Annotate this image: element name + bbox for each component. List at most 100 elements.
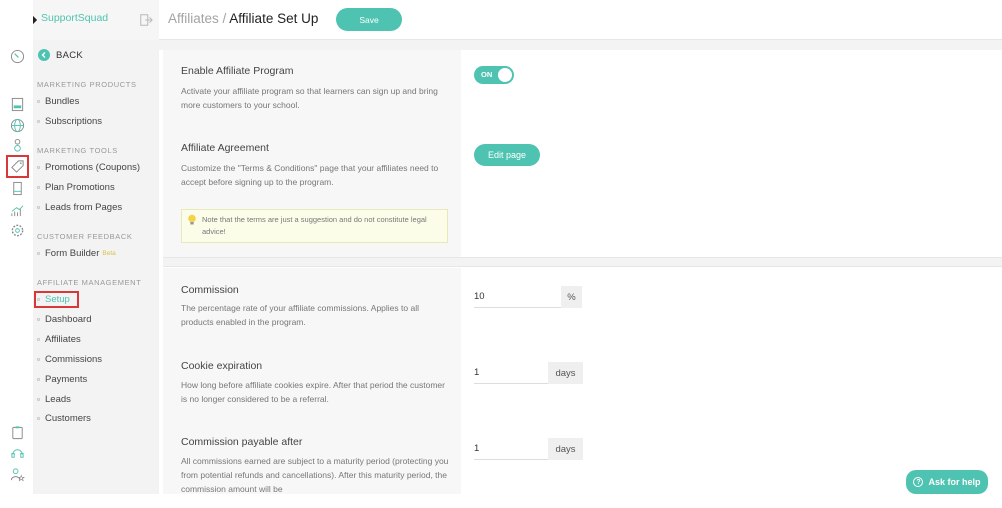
back-label: BACK xyxy=(56,49,84,61)
menu-item-label: Promotions (Coupons) xyxy=(45,162,141,173)
legal-note: Note that the terms are just a suggestio… xyxy=(181,209,448,243)
menu-item-label: Setup xyxy=(45,294,70,305)
settings-controls-panel-1 xyxy=(461,50,1002,257)
menu-item-label: Plan Promotions xyxy=(45,182,115,193)
bullet-icon xyxy=(37,252,40,255)
headset-support-icon[interactable] xyxy=(9,445,26,462)
icon-rail xyxy=(0,0,33,494)
toggle-label: ON xyxy=(481,70,493,79)
bullet-icon xyxy=(37,398,40,401)
commission-input-group: % xyxy=(474,286,582,308)
courses-icon[interactable] xyxy=(9,96,26,113)
bullet-icon xyxy=(37,318,40,321)
clipboard-icon[interactable] xyxy=(9,424,26,441)
menu-item-label: Customers xyxy=(45,413,91,424)
menu-item-label: Affiliates xyxy=(45,334,81,345)
cookie-expiration-desc: How long before affiliate cookies expire… xyxy=(181,380,445,404)
breadcrumb-parent[interactable]: Affiliates xyxy=(168,11,219,26)
lightbulb-icon xyxy=(188,214,196,225)
cookie-expiration-title: Cookie expiration xyxy=(181,360,263,372)
ask-for-help-button[interactable]: ? Ask for help xyxy=(906,470,988,494)
menu-item-leads-from-pages[interactable]: Leads from Pages xyxy=(37,202,122,213)
menu-item-label: Payments xyxy=(45,374,88,385)
commission-payable-desc: All commissions earned are subject to a … xyxy=(181,456,449,494)
mobile-icon[interactable] xyxy=(9,180,26,197)
side-menu xyxy=(33,40,159,494)
menu-item-label: Commissions xyxy=(45,354,103,365)
menu-item-leads[interactable]: Leads xyxy=(37,394,71,405)
section-title-affiliate-management: AFFILIATE MANAGEMENT xyxy=(37,278,142,287)
back-button[interactable]: BACK xyxy=(38,49,83,61)
menu-item-plan-promotions[interactable]: Plan Promotions xyxy=(37,182,115,193)
menu-item-form-builder[interactable]: Form Builder Beta xyxy=(37,248,116,259)
affiliate-agreement-title: Affiliate Agreement xyxy=(181,142,269,154)
page-header: Affiliates / Affiliate Set Up Save xyxy=(159,0,1002,40)
ask-for-help-label: Ask for help xyxy=(928,477,981,487)
menu-item-payments[interactable]: Payments xyxy=(37,374,87,385)
bullet-icon xyxy=(37,186,40,189)
commission-unit: % xyxy=(561,286,582,308)
bottom-strip xyxy=(0,494,1002,508)
menu-item-customers[interactable]: Customers xyxy=(37,413,91,424)
bullet-icon xyxy=(37,100,40,103)
commission-title: Commission xyxy=(181,284,239,296)
section-title-marketing-tools: MARKETING TOOLS xyxy=(37,146,118,155)
menu-item-setup[interactable]: Setup xyxy=(34,291,79,308)
bullet-icon xyxy=(37,166,40,169)
bullet-icon xyxy=(37,298,40,301)
menu-item-affiliates[interactable]: Affiliates xyxy=(37,334,81,345)
commission-desc: The percentage rate of your affiliate co… xyxy=(181,303,419,327)
menu-item-bundles[interactable]: Bundles xyxy=(37,96,79,107)
affiliate-agreement-desc: Customize the "Terms & Conditions" page … xyxy=(181,163,439,187)
cookie-unit: days xyxy=(548,362,583,384)
bullet-icon xyxy=(37,417,40,420)
bullet-icon xyxy=(37,358,40,361)
menu-item-commissions[interactable]: Commissions xyxy=(37,354,102,365)
dashboard-gauge-icon[interactable] xyxy=(9,48,26,65)
menu-item-promotions[interactable]: Promotions (Coupons) xyxy=(37,162,140,173)
globe-icon[interactable] xyxy=(9,117,26,134)
payable-input-group: days xyxy=(474,438,583,460)
save-button[interactable]: Save xyxy=(336,8,402,31)
section-title-customer-feedback: CUSTOMER FEEDBACK xyxy=(37,232,133,241)
enable-affiliate-title: Enable Affiliate Program xyxy=(181,65,294,77)
bullet-icon xyxy=(37,120,40,123)
help-circle-icon: ? xyxy=(913,477,924,487)
menu-item-label: Form Builder xyxy=(45,248,100,259)
legal-note-text: Note that the terms are just a suggestio… xyxy=(202,215,427,236)
commission-payable-input[interactable] xyxy=(474,438,548,460)
cookie-expiration-input[interactable] xyxy=(474,362,548,384)
menu-item-label: Bundles xyxy=(45,96,80,107)
header-gap xyxy=(159,40,1002,50)
bullet-icon xyxy=(37,338,40,341)
bullet-icon xyxy=(37,206,40,209)
edit-page-button[interactable]: Edit page xyxy=(474,144,540,166)
payable-unit: days xyxy=(548,438,583,460)
section-title-marketing-products: MARKETING PRODUCTS xyxy=(37,80,137,89)
brand-name: SupportSquad xyxy=(41,12,109,24)
beta-badge: Beta xyxy=(102,250,116,257)
users-icon[interactable] xyxy=(9,137,26,154)
enable-affiliate-desc: Activate your affiliate program so that … xyxy=(181,86,438,110)
breadcrumb-separator: / xyxy=(218,11,230,26)
bullet-icon xyxy=(37,378,40,381)
menu-item-label: Leads from Pages xyxy=(45,202,123,213)
commission-input[interactable] xyxy=(474,286,561,308)
commission-payable-title: Commission payable after xyxy=(181,436,303,448)
settings-gear-icon[interactable] xyxy=(9,222,26,239)
tag-icon[interactable] xyxy=(6,155,29,178)
toggle-knob xyxy=(498,68,512,82)
menu-item-subscriptions[interactable]: Subscriptions xyxy=(37,116,102,127)
menu-item-label: Leads xyxy=(45,394,71,405)
analytics-icon[interactable] xyxy=(9,202,26,219)
enable-affiliate-toggle[interactable]: ON xyxy=(474,66,514,84)
chevron-left-icon xyxy=(38,49,50,61)
breadcrumb: Affiliates / Affiliate Set Up xyxy=(168,11,318,26)
menu-item-label: Dashboard xyxy=(45,314,92,325)
logout-icon[interactable] xyxy=(139,13,153,27)
section-divider xyxy=(163,257,1002,267)
menu-item-label: Subscriptions xyxy=(45,116,103,127)
menu-item-dashboard[interactable]: Dashboard xyxy=(37,314,91,325)
page-title: Affiliate Set Up xyxy=(229,11,319,26)
user-star-icon[interactable] xyxy=(9,466,26,483)
